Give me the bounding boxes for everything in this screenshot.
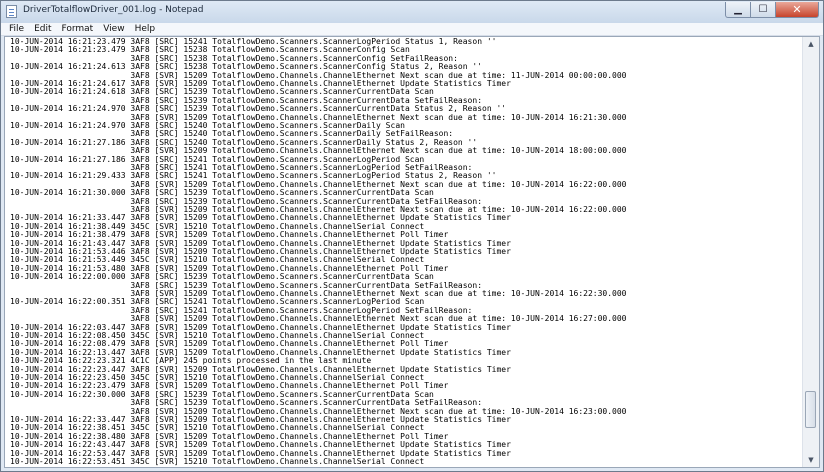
title-bar[interactable]: DriverTotalflowDriver_001.log - Notepad … bbox=[1, 1, 823, 23]
menu-bar: File Edit Format View Help bbox=[1, 23, 823, 36]
log-line: 10-JUN-2014 16:21:30.000 3AF8 [SRC] 1523… bbox=[10, 188, 434, 198]
menu-file[interactable]: File bbox=[4, 23, 29, 35]
text-editor[interactable]: 10-JUN-2014 16:21:23.479 3AF8 [SRC] 1524… bbox=[4, 36, 820, 468]
menu-edit[interactable]: Edit bbox=[29, 23, 56, 35]
log-line: 3AF8 [SVR] 15209 TotalflowDemo.Channels.… bbox=[10, 314, 627, 324]
log-line: 3AF8 [SVR] 15209 TotalflowDemo.Channels.… bbox=[10, 146, 627, 156]
log-line: 3AF8 [SRC] 15239 TotalflowDemo.Scanners.… bbox=[10, 398, 483, 408]
window-title: DriverTotalflowDriver_001.log - Notepad bbox=[23, 5, 204, 15]
log-line: 10-JUN-2014 16:21:38.479 3AF8 [SVR] 1520… bbox=[10, 230, 449, 240]
log-text-area[interactable]: 10-JUN-2014 16:21:23.479 3AF8 [SRC] 1524… bbox=[5, 37, 803, 467]
vertical-scrollbar[interactable]: ▲ ▼ bbox=[802, 37, 819, 467]
caption-buttons: ▁ ☐ ✕ bbox=[725, 2, 819, 19]
scroll-up-arrow-icon[interactable]: ▲ bbox=[804, 37, 818, 51]
log-line: 10-JUN-2014 16:22:43.447 3AF8 [SVR] 1520… bbox=[10, 440, 511, 450]
close-button[interactable]: ✕ bbox=[776, 2, 819, 18]
log-line: 10-JUN-2014 16:22:00.000 3AF8 [SRC] 1523… bbox=[10, 272, 434, 282]
scrollbar-thumb[interactable] bbox=[805, 391, 816, 428]
scroll-down-arrow-icon[interactable]: ▼ bbox=[804, 453, 818, 467]
log-line: 10-JUN-2014 16:21:24.970 3AF8 [SRC] 1523… bbox=[10, 104, 507, 114]
maximize-button[interactable]: ☐ bbox=[751, 2, 776, 18]
menu-format[interactable]: Format bbox=[57, 23, 99, 35]
minimize-button[interactable]: ▁ bbox=[725, 2, 751, 18]
menu-help[interactable]: Help bbox=[130, 23, 161, 35]
log-line: 10-JUN-2014 16:22:53.451 345C [SVR] 1521… bbox=[10, 457, 425, 466]
notepad-icon bbox=[6, 5, 17, 18]
log-line: 10-JUN-2014 16:22:23.321 4C1C [APP] 245 … bbox=[10, 356, 372, 366]
notepad-window: DriverTotalflowDriver_001.log - Notepad … bbox=[0, 0, 824, 472]
log-line: 10-JUN-2014 16:21:24.613 3AF8 [SRC] 1523… bbox=[10, 62, 483, 72]
menu-view[interactable]: View bbox=[98, 23, 129, 35]
